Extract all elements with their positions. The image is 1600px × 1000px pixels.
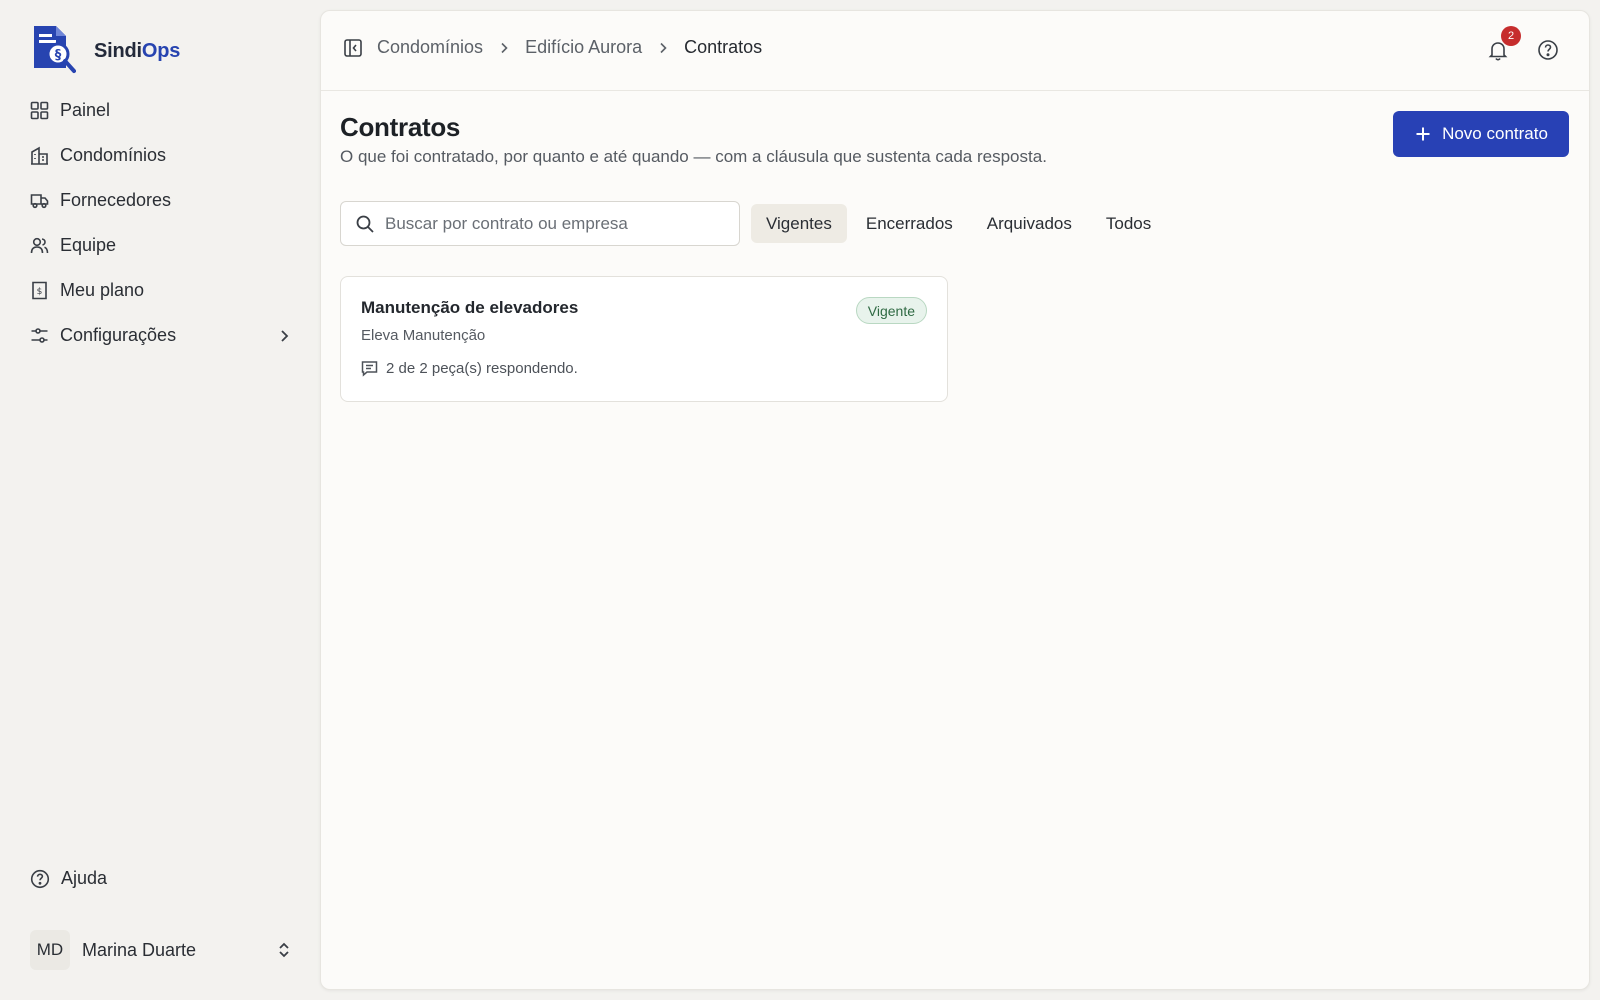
- user-menu[interactable]: MD Marina Duarte: [30, 928, 292, 972]
- help-label: Ajuda: [61, 868, 108, 888]
- topbar: Condomínios Edifício Aurora Contratos 2: [321, 11, 1589, 91]
- sidebar-toggle-icon[interactable]: [343, 38, 363, 58]
- main-panel: Condomínios Edifício Aurora Contratos 2 …: [320, 10, 1590, 990]
- sidebar-item-configuracoes[interactable]: Configurações: [30, 313, 292, 358]
- sidebar-item-condominios[interactable]: Condomínios: [30, 133, 292, 178]
- sidebar-item-label: Equipe: [60, 235, 117, 255]
- sliders-icon: [30, 326, 49, 345]
- sidebar-item-label: Painel: [60, 100, 111, 120]
- truck-icon: [30, 191, 49, 210]
- app-logo[interactable]: § SindiOps: [30, 24, 180, 79]
- sidebar-item-fornecedores[interactable]: Fornecedores: [30, 178, 292, 223]
- search-icon: [355, 214, 375, 234]
- contract-company: Eleva Manutenção: [361, 327, 486, 344]
- sidebar: § SindiOps Painel Condomínios Fornecedor…: [0, 0, 320, 1000]
- svg-text:$: $: [37, 287, 43, 297]
- sidebar-help-link[interactable]: Ajuda: [30, 868, 107, 889]
- notifications-button[interactable]: 2: [1487, 26, 1521, 61]
- chevron-right-icon: [497, 41, 511, 55]
- sidebar-item-label: Configurações: [60, 325, 177, 345]
- help-circle-icon: [30, 869, 50, 889]
- sidebar-item-painel[interactable]: Painel: [30, 88, 292, 133]
- search-box: [340, 201, 740, 246]
- sidebar-item-equipe[interactable]: Equipe: [30, 223, 292, 268]
- plus-icon: [1414, 125, 1432, 143]
- contract-card[interactable]: Manutenção de elevadores Eleva Manutençã…: [340, 276, 948, 402]
- notifications-badge: 2: [1501, 26, 1521, 46]
- help-icon[interactable]: [1537, 39, 1559, 61]
- sidebar-item-label: Condomínios: [60, 145, 167, 165]
- page-title: Contratos: [340, 112, 461, 142]
- search-input[interactable]: [385, 213, 725, 234]
- tab-arquivados[interactable]: Arquivados: [972, 204, 1087, 243]
- user-name: Marina Duarte: [82, 939, 197, 960]
- contract-meta-text: 2 de 2 peça(s) respondendo.: [386, 360, 578, 377]
- tab-encerrados[interactable]: Encerrados: [851, 204, 968, 243]
- chevron-right-icon: [276, 328, 292, 344]
- breadcrumb-condominios[interactable]: Condomínios: [377, 37, 483, 58]
- top-actions: 2: [1487, 26, 1559, 61]
- logo-document-search-icon: §: [30, 24, 76, 79]
- page-subtitle: O que foi contratado, por quanto e até q…: [340, 147, 1047, 166]
- new-contract-label: Novo contrato: [1442, 124, 1548, 143]
- contract-title: Manutenção de elevadores: [361, 298, 579, 317]
- grid-icon: [30, 101, 49, 120]
- receipt-icon: $: [30, 281, 49, 300]
- chevron-right-icon: [656, 41, 670, 55]
- app-name: SindiOps: [94, 40, 180, 63]
- svg-text:§: §: [55, 48, 62, 63]
- breadcrumb-edificio[interactable]: Edifício Aurora: [525, 37, 642, 58]
- sidebar-nav: Painel Condomínios Fornecedores Equipe $…: [30, 88, 292, 358]
- avatar: MD: [30, 930, 70, 970]
- app-name-part1: Sindi: [94, 40, 142, 62]
- contract-meta: 2 de 2 peça(s) respondendo.: [361, 360, 578, 377]
- tab-todos[interactable]: Todos: [1091, 204, 1166, 243]
- new-contract-button[interactable]: Novo contrato: [1393, 111, 1569, 157]
- chevrons-up-down-icon: [276, 941, 292, 959]
- sidebar-item-meu-plano[interactable]: $ Meu plano: [30, 268, 292, 313]
- app-name-part2: Ops: [141, 40, 181, 62]
- breadcrumb: Condomínios Edifício Aurora Contratos: [343, 37, 762, 58]
- message-square-icon: [361, 360, 378, 377]
- sidebar-item-label: Meu plano: [60, 280, 145, 300]
- breadcrumb-current: Contratos: [684, 37, 763, 57]
- building-icon: [30, 146, 49, 165]
- sidebar-item-label: Fornecedores: [60, 190, 172, 210]
- users-icon: [30, 236, 49, 255]
- status-badge: Vigente: [855, 297, 927, 324]
- filter-tabs: Vigentes Encerrados Arquivados Todos: [751, 204, 1166, 243]
- tab-vigentes[interactable]: Vigentes: [751, 204, 847, 243]
